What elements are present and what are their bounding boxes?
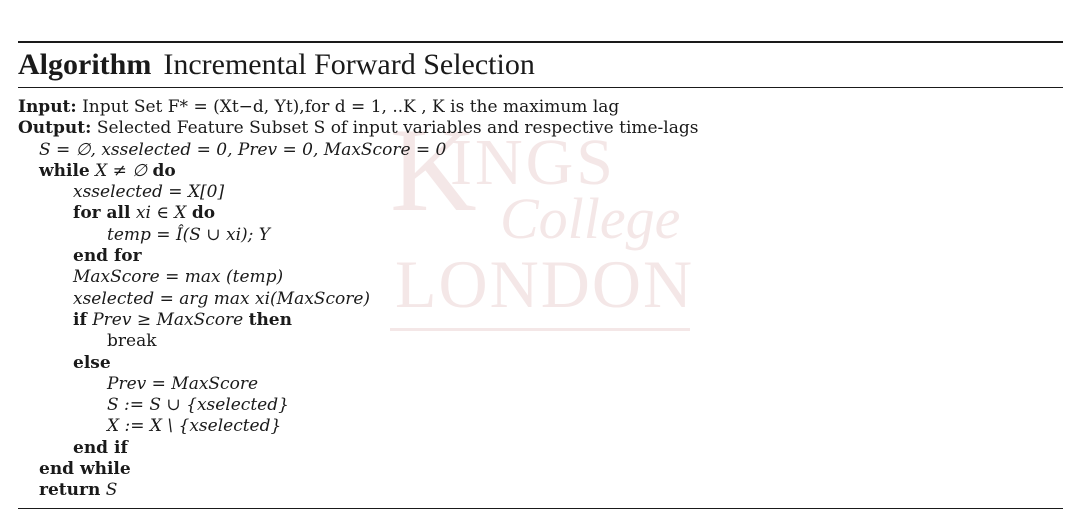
for-keyword: for all — [73, 203, 131, 224]
end-while-line: end while — [39, 459, 131, 480]
algorithm-label: Algorithm — [18, 48, 152, 81]
input-text: Input Set F* = (Xt−d, Yt),for d = 1, ..K… — [82, 97, 620, 117]
xselected-line: xselected = arg max xi(MaxScore) — [73, 288, 371, 309]
if-line: if Prev ≥ MaxScore then — [18, 310, 1063, 331]
x-assign-line: X := X \ {xselected} — [107, 416, 282, 437]
input-label: Input: — [18, 97, 77, 117]
end-for-line: end for — [73, 246, 142, 267]
while-keyword: while — [39, 160, 90, 181]
algorithm-name: Incremental Forward Selection — [163, 48, 535, 81]
if-keyword: if — [73, 309, 87, 330]
while-condition: X ≠ ∅ — [95, 160, 148, 181]
then-keyword: then — [248, 309, 292, 330]
for-condition: xi ∈ X — [135, 203, 187, 224]
output-label: Output: — [18, 118, 92, 139]
for-do-keyword: do — [191, 203, 216, 224]
prev-assign-line: Prev = MaxScore — [107, 373, 258, 394]
bottom-rule — [18, 507, 1063, 509]
algorithm-title: Algorithm Incremental Forward Selection — [18, 43, 1063, 87]
if-condition: Prev ≥ MaxScore — [92, 309, 244, 330]
output-text: Selected Feature Subset S of input varia… — [96, 118, 699, 139]
assign-xsselected-line: xsselected = X[0] — [73, 182, 225, 203]
return-line: return S — [18, 480, 1063, 501]
maxscore-line: MaxScore = max (temp) — [73, 267, 284, 288]
input-line: Input: Input Set F* = (Xt−d, Yt),for d =… — [18, 97, 1063, 118]
algorithm-box: Algorithm Incremental Forward Selection … — [18, 41, 1063, 509]
output-line: Output: Selected Feature Subset S of inp… — [18, 118, 1063, 139]
else-line: else — [73, 352, 111, 373]
temp-line: temp = Î(S ∪ xi); Y — [107, 224, 271, 245]
for-line: for all xi ∈ X do — [18, 203, 1063, 224]
break-line: break — [107, 331, 157, 352]
init-line: S = ∅, xsselected = 0, Prev = 0, MaxScor… — [39, 139, 447, 160]
return-value: S — [105, 480, 118, 501]
while-line: while X ≠ ∅ do — [18, 161, 1063, 182]
s-assign-line: S := S ∪ {xselected} — [107, 395, 289, 416]
end-if-line: end if — [73, 437, 128, 458]
algorithm-body: Input: Input Set F* = (Xt−d, Yt),for d =… — [18, 88, 1063, 508]
return-keyword: return — [39, 480, 101, 501]
do-keyword: do — [152, 160, 176, 181]
